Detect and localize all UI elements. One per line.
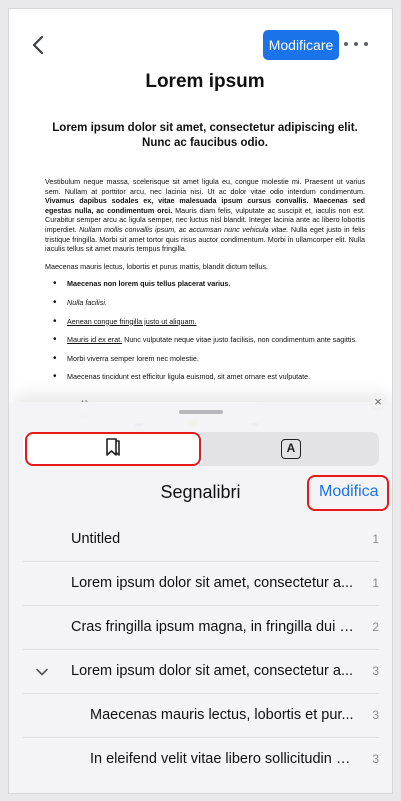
app-frame: Modificare Lorem ipsum Lorem ipsum dolor…	[8, 8, 393, 794]
bullet-item: Maecenas non lorem quis tellus placerat …	[53, 279, 365, 289]
tab-text[interactable]: A	[203, 432, 379, 466]
document-title: Lorem ipsum	[145, 71, 265, 92]
bookmark-page-number: 2	[372, 620, 379, 634]
bookmark-title: Lorem ipsum dolor sit amet, consectetur …	[71, 575, 354, 591]
bookmark-list: Untitled 1 Lorem ipsum dolor sit amet, c…	[23, 518, 379, 782]
edit-document-button[interactable]: Modificare	[263, 30, 339, 60]
bookmark-row[interactable]: Maecenas mauris lectus, lobortis et pur.…	[23, 694, 379, 738]
bookmark-title: Cras fringilla ipsum magna, in fringilla…	[71, 619, 355, 635]
document-page: Lorem ipsum Lorem ipsum dolor sit amet, …	[45, 71, 365, 391]
back-chevron-icon[interactable]	[31, 35, 45, 55]
text-a-icon: A	[281, 439, 301, 459]
bookmark-page-number: 1	[372, 532, 379, 546]
bookmarks-sheet: A Segnalibri Modifica Untitled 1 Lorem i…	[9, 402, 392, 793]
bookmark-row[interactable]: Lorem ipsum dolor sit amet, consectetur …	[23, 562, 379, 606]
more-options-icon[interactable]	[344, 36, 368, 52]
sheet-drag-handle[interactable]	[179, 410, 223, 414]
bookmark-row[interactable]: In eleifend velit vitae libero sollicitu…	[23, 738, 379, 782]
highlight-edit-button	[307, 475, 389, 511]
bookmark-row[interactable]: Lorem ipsum dolor sit amet, consectetur …	[23, 650, 379, 694]
bookmark-page-number: 3	[372, 708, 379, 722]
close-icon[interactable]: ×	[369, 393, 387, 411]
bullet-item: Nulla facilisi.	[53, 298, 365, 308]
bullet-item: Morbi viverra semper lorem nec molestie.	[53, 354, 365, 364]
bookmark-title: Untitled	[71, 531, 121, 547]
bookmark-page-number: 3	[372, 664, 379, 678]
document-paragraph: Vestibulum neque massa, scelerisque sit …	[45, 177, 365, 254]
bookmark-title: Maecenas mauris lectus, lobortis et pur.…	[90, 707, 354, 723]
top-bar: Modificare	[9, 9, 392, 71]
bullet-item: Maecenas tincidunt est efficitur ligula …	[53, 372, 365, 382]
bookmark-row[interactable]: Cras fringilla ipsum magna, in fringilla…	[23, 606, 379, 650]
bookmark-title: In eleifend velit vitae libero sollicitu…	[90, 751, 355, 767]
bullet-item: Aenean congue fringilla justo ut aliquam…	[53, 317, 365, 327]
document-paragraph-2: Maecenas mauris lectus, lobortis et puru…	[45, 261, 268, 271]
document-subtitle: Lorem ipsum dolor sit amet, consectetur …	[52, 122, 358, 149]
chevron-down-icon[interactable]	[35, 665, 49, 679]
bookmark-page-number: 1	[372, 576, 379, 590]
document-bullet-list: Maecenas non lorem quis tellus placerat …	[53, 279, 365, 382]
bullet-item: Mauris id ex erat. Nunc vulputate neque …	[53, 335, 365, 345]
bookmark-title: Lorem ipsum dolor sit amet, consectetur …	[71, 663, 354, 679]
bookmark-row[interactable]: Untitled 1	[23, 518, 379, 562]
bookmark-page-number: 3	[372, 752, 379, 766]
highlight-bookmarks-tab	[25, 432, 201, 466]
